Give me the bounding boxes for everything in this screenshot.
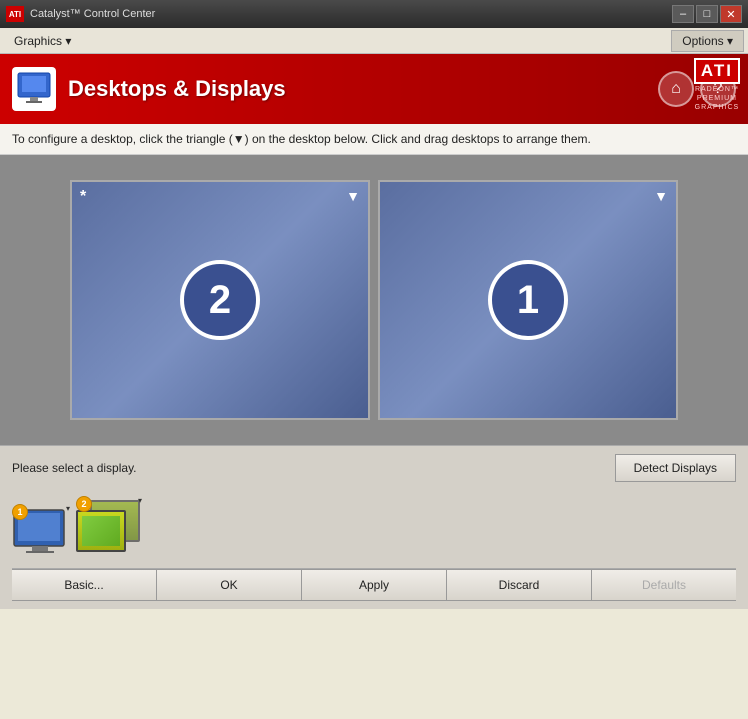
action-buttons: Basic... OK Apply Discard Defaults	[12, 568, 736, 601]
maximize-button[interactable]: □	[696, 5, 718, 23]
monitor-1-badge: 1	[12, 504, 28, 520]
ok-button[interactable]: OK	[156, 569, 301, 601]
header: Desktops & Displays ⌂ ? ATI RADEON™PREMI…	[0, 54, 748, 124]
display-2-dropdown[interactable]: ▼	[346, 188, 360, 204]
close-button[interactable]: ✕	[720, 5, 742, 23]
ati-brand: ATI RADEON™PREMIUMGRAPHICS	[694, 58, 740, 112]
active-indicator: *	[80, 188, 86, 206]
ati-logo: ATI	[694, 58, 740, 84]
bottom-panel: Please select a display. Detect Displays…	[0, 445, 748, 609]
thumbnails-row: 1 ▾ 2 ▾	[12, 488, 736, 568]
display-canvas: * ▼ 2 ▼ 1	[0, 155, 748, 445]
display-2-number: 2	[180, 260, 260, 340]
app-icon: ATI	[6, 6, 24, 22]
title-bar: ATI Catalyst™ Control Center – □ ✕	[0, 0, 748, 28]
status-text: Please select a display.	[12, 461, 615, 475]
monitor-2-badge: 2	[76, 496, 92, 512]
thumbnail-monitor-2[interactable]: 2 ▾	[76, 500, 146, 560]
menu-bar: Graphics ▾ Options ▾	[0, 28, 748, 54]
page-title: Desktops & Displays	[68, 76, 658, 102]
detect-displays-button[interactable]: Detect Displays	[615, 454, 736, 482]
monitor-1-thumb-dropdown[interactable]: ▾	[66, 504, 70, 513]
defaults-button[interactable]: Defaults	[591, 569, 736, 601]
monitor-2-screen	[82, 516, 120, 546]
status-detect-row: Please select a display. Detect Displays	[12, 454, 736, 482]
header-icon	[12, 67, 56, 111]
options-menu[interactable]: Options ▾	[671, 30, 744, 52]
graphics-menu[interactable]: Graphics ▾	[4, 31, 81, 51]
instruction-text: To configure a desktop, click the triang…	[12, 132, 591, 146]
instruction-bar: To configure a desktop, click the triang…	[0, 124, 748, 155]
display-2-box[interactable]: * ▼ 2	[70, 180, 370, 420]
display-1-dropdown[interactable]: ▼	[654, 188, 668, 204]
window-controls: – □ ✕	[672, 5, 742, 23]
monitor-2-front	[76, 510, 126, 552]
display-1-number: 1	[488, 260, 568, 340]
display-1-box[interactable]: ▼ 1	[378, 180, 678, 420]
title-text: Catalyst™ Control Center	[30, 8, 672, 20]
brand-subtitle: RADEON™PREMIUMGRAPHICS	[695, 85, 740, 112]
discard-button[interactable]: Discard	[446, 569, 591, 601]
home-button[interactable]: ⌂	[658, 71, 694, 107]
thumbnail-monitor-1[interactable]: 1 ▾	[12, 508, 68, 560]
basic-button[interactable]: Basic...	[12, 569, 156, 601]
minimize-button[interactable]: –	[672, 5, 694, 23]
apply-button[interactable]: Apply	[301, 569, 446, 601]
